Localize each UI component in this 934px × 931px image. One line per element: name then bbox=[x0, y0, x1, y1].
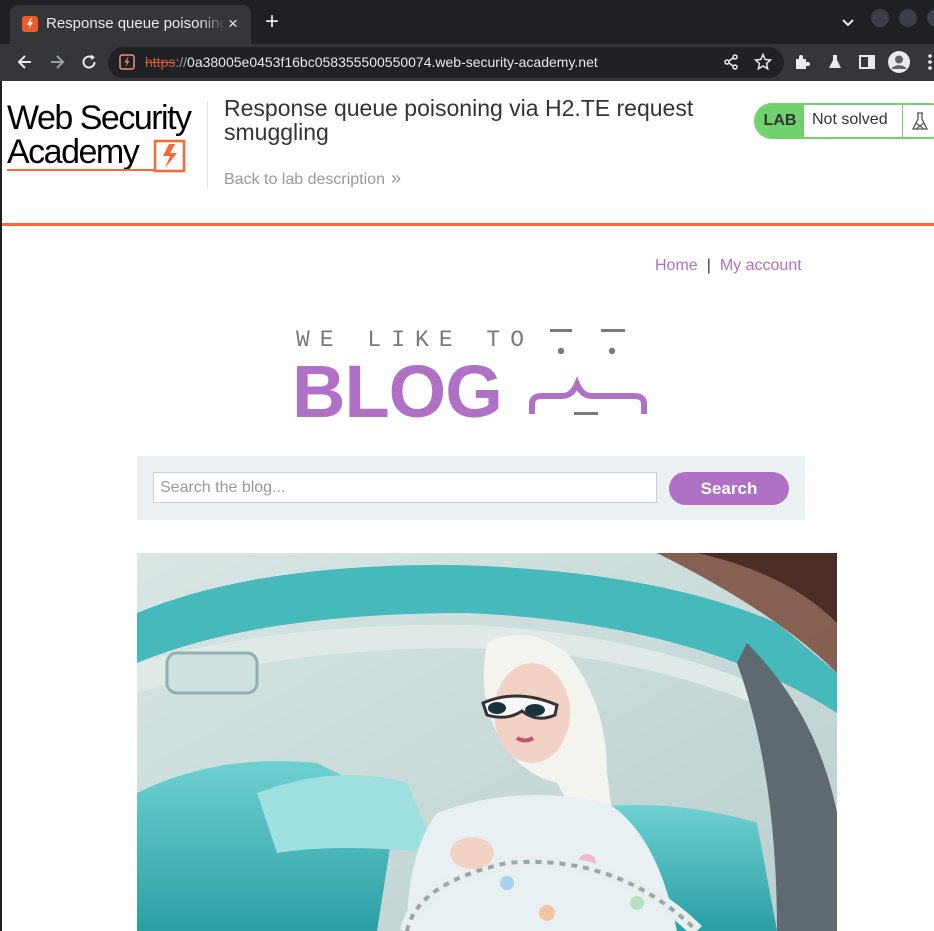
close-window-icon[interactable] bbox=[927, 9, 934, 27]
tab-title: Response queue poisoning via H2.TE reque… bbox=[46, 15, 226, 32]
url-text: https://0a38005e0453f16bc058355500550074… bbox=[145, 54, 598, 70]
banner-face-icon bbox=[529, 329, 647, 415]
header-orange-rule bbox=[2, 223, 934, 226]
forward-arrow-icon[interactable] bbox=[47, 52, 67, 72]
tab-close-icon[interactable]: × bbox=[223, 14, 243, 34]
url-separator: :// bbox=[175, 54, 188, 70]
not-secure-icon[interactable] bbox=[119, 54, 135, 70]
minimize-window-icon[interactable] bbox=[871, 9, 889, 27]
lab-favicon-icon bbox=[22, 16, 38, 32]
my-account-link[interactable]: My account bbox=[720, 257, 802, 274]
url-scheme: https bbox=[145, 54, 176, 70]
banner-main-text: BLOG bbox=[292, 350, 502, 422]
side-panel-icon[interactable] bbox=[857, 52, 877, 72]
back-arrow-icon[interactable] bbox=[15, 52, 35, 72]
blog-post-image[interactable] bbox=[137, 553, 837, 931]
browser-menu-icon[interactable] bbox=[922, 52, 934, 72]
browser-tab[interactable]: Response queue poisoning via H2.TE reque… bbox=[10, 5, 251, 44]
academy-lab-header: Web Security Academy Response queue pois… bbox=[2, 81, 934, 224]
web-security-academy-logo[interactable]: Web Security Academy bbox=[7, 99, 207, 174]
svg-text:Web Security: Web Security bbox=[7, 99, 192, 137]
double-chevron-right-icon: » bbox=[390, 168, 401, 188]
reload-icon[interactable] bbox=[79, 52, 99, 72]
blog-top-nav: Home | My account bbox=[655, 257, 802, 275]
header-divider bbox=[207, 101, 208, 189]
bookmark-star-icon[interactable] bbox=[753, 52, 773, 72]
browser-tab-strip: Response queue poisoning via H2.TE reque… bbox=[0, 0, 934, 44]
home-link[interactable]: Home bbox=[655, 257, 698, 274]
search-button[interactable]: Search bbox=[669, 472, 789, 505]
lab-title: Response queue poisoning via H2.TE reque… bbox=[224, 95, 694, 145]
flask-icon bbox=[902, 105, 934, 137]
tab-search-chevron-icon[interactable] bbox=[838, 12, 858, 32]
lab-status-text: Not solved bbox=[812, 111, 888, 128]
share-icon[interactable] bbox=[721, 52, 741, 72]
extensions-puzzle-icon[interactable] bbox=[792, 52, 812, 72]
url-host: 0a38005e0453f16bc058355500550074.web-sec… bbox=[187, 54, 598, 70]
labs-flask-icon[interactable] bbox=[825, 52, 845, 72]
blog-search-panel: Search bbox=[137, 456, 805, 520]
svg-text:Academy: Academy bbox=[7, 133, 140, 171]
new-tab-icon[interactable]: + bbox=[260, 10, 284, 34]
we-like-to-blog-banner: WE LIKE TO BLOG bbox=[290, 322, 650, 433]
blog-search-input[interactable] bbox=[153, 472, 657, 503]
back-to-lab-description-link[interactable]: Back to lab description » bbox=[224, 168, 401, 189]
profile-avatar-icon[interactable] bbox=[888, 51, 910, 73]
nav-separator: | bbox=[706, 257, 711, 274]
lab-status-widget: LAB Not solved bbox=[754, 103, 934, 139]
address-bar[interactable]: https://0a38005e0453f16bc058355500550074… bbox=[108, 47, 784, 78]
back-link-label: Back to lab description bbox=[224, 171, 385, 188]
maximize-window-icon[interactable] bbox=[899, 9, 917, 27]
browser-toolbar: https://0a38005e0453f16bc058355500550074… bbox=[0, 44, 934, 81]
lab-badge: LAB bbox=[756, 105, 804, 137]
